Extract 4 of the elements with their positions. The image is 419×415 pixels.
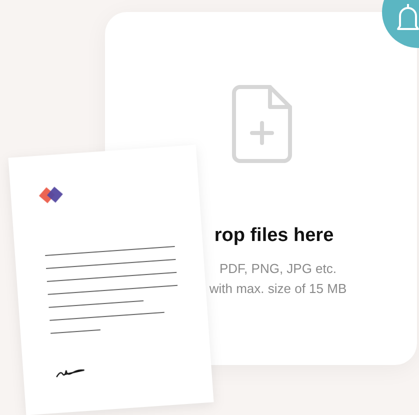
formats-text: PDF, PNG, JPG etc.	[218, 260, 337, 278]
add-file-icon	[232, 85, 292, 163]
drop-title: rop files here	[213, 225, 334, 247]
size-limit-text: with max. size of 15 MB	[208, 280, 347, 298]
